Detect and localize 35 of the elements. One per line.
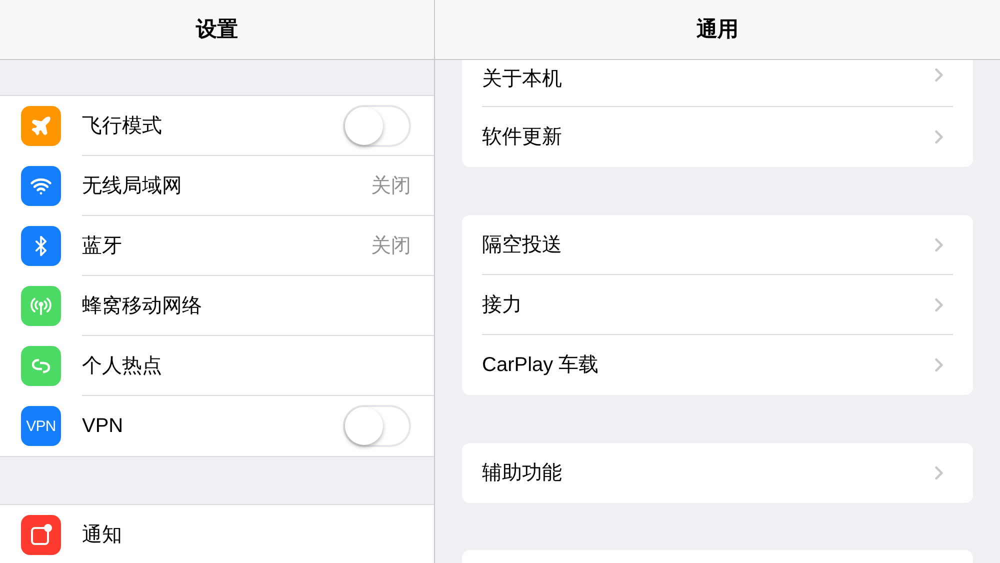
antenna-icon xyxy=(30,295,52,317)
row-value: 关闭 xyxy=(371,174,411,198)
row-label: 隔空投送 xyxy=(482,232,563,258)
settings-row[interactable]: 接力 xyxy=(482,275,953,335)
row-label: 飞行模式 xyxy=(82,114,163,138)
settings-row[interactable]: 个人热点 xyxy=(0,336,434,396)
toggle-switch[interactable] xyxy=(343,405,411,447)
settings-row[interactable]: 通知 xyxy=(0,505,434,563)
settings-row[interactable]: 无线局域网 关闭 xyxy=(0,156,434,216)
row-label: 无线局域网 xyxy=(82,174,183,198)
settings-row[interactable]: 隔空投送 xyxy=(482,215,953,275)
toggle-switch[interactable] xyxy=(343,104,411,146)
row-label: 关于本机 xyxy=(482,67,563,92)
row-label: 蓝牙 xyxy=(82,234,123,258)
row-label: VPN xyxy=(82,414,124,439)
notification-icon xyxy=(29,523,53,547)
settings-row[interactable]: 关于本机 xyxy=(482,60,953,107)
row-label: 蜂窝移动网络 xyxy=(82,294,203,318)
vpn-label: VPN xyxy=(26,418,56,434)
pane-title: 通用 xyxy=(696,16,738,43)
row-label: 软件更新 xyxy=(482,125,563,150)
row-label: 通知 xyxy=(82,523,123,548)
settings-row[interactable]: 蓝牙 关闭 xyxy=(0,216,434,276)
airplane-icon xyxy=(30,115,52,137)
row-value: 关闭 xyxy=(371,234,411,258)
row-label: 个人热点 xyxy=(82,354,163,378)
settings-row[interactable]: VPN VPN xyxy=(0,396,434,456)
settings-row[interactable]: 飞行模式 xyxy=(0,96,434,156)
settings-row[interactable]: 蜂窝移动网络 xyxy=(0,276,434,336)
pane-title: 设置 xyxy=(196,16,238,43)
row-label: CarPlay 车载 xyxy=(482,353,600,378)
row-label: 辅助功能 xyxy=(482,461,563,486)
settings-row[interactable]: 软件更新 xyxy=(482,107,953,167)
settings-row[interactable]: CarPlay 车载 xyxy=(482,335,953,395)
row-label: 接力 xyxy=(482,292,523,318)
